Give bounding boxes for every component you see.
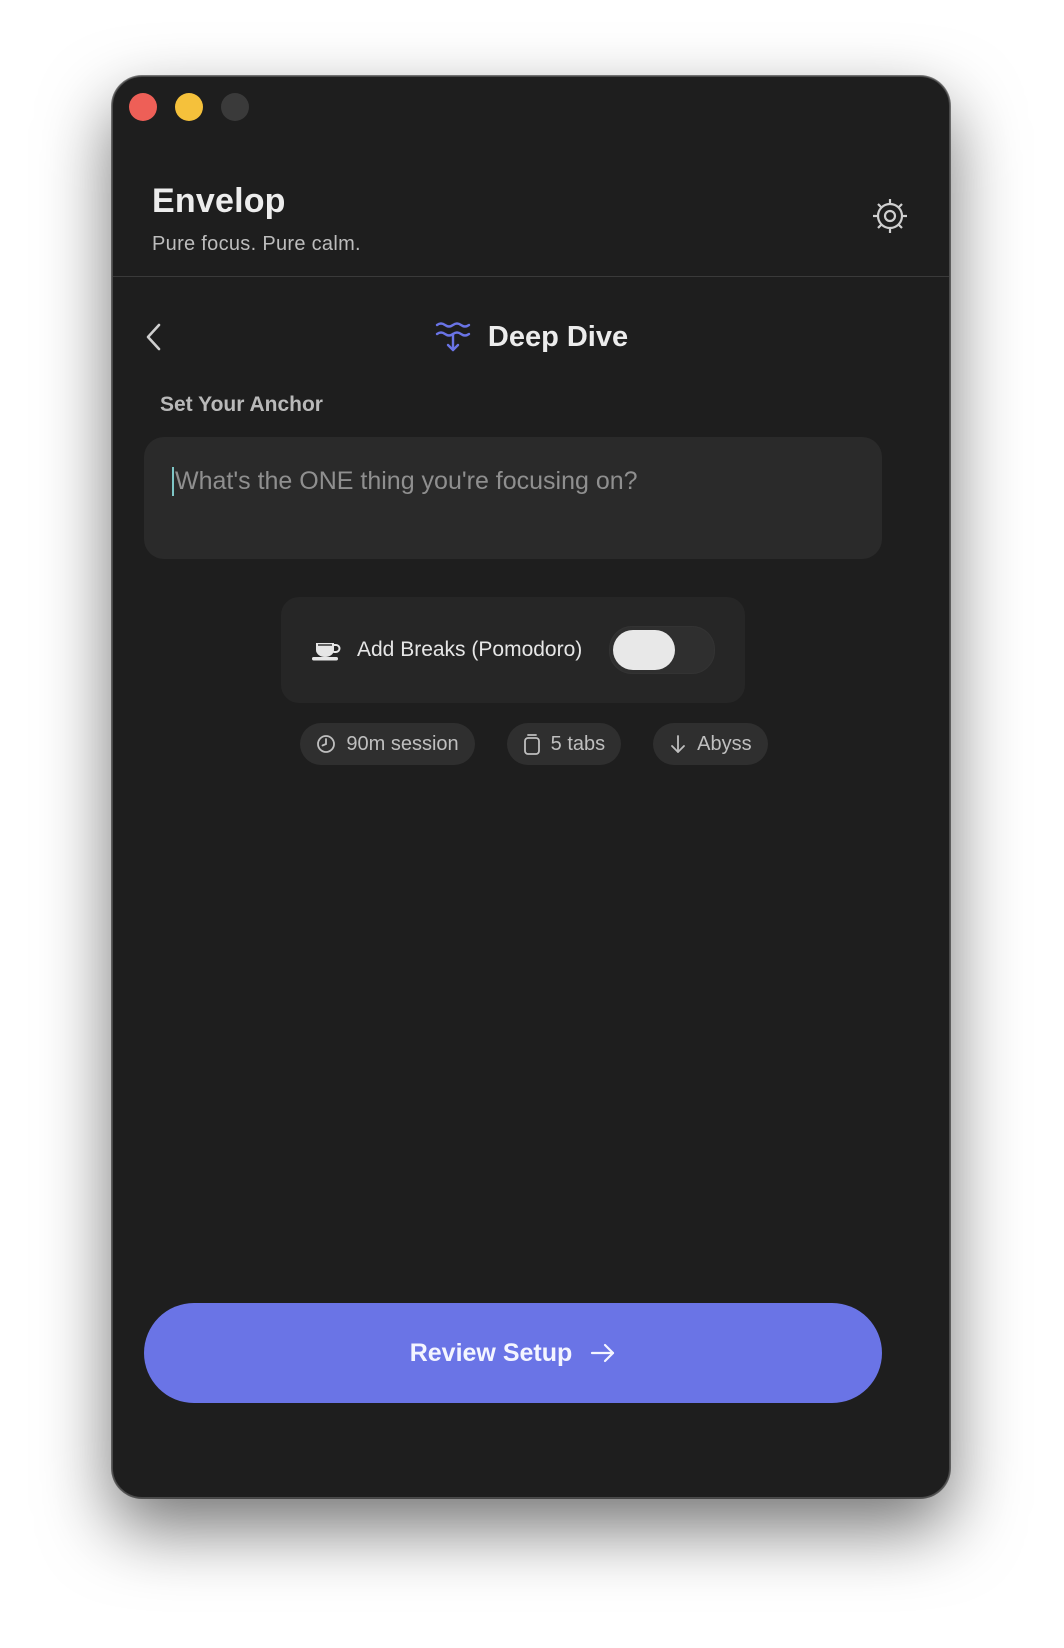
clock-icon [317,735,336,753]
arrow-down-icon [671,735,686,753]
app-title: Envelop [152,182,286,220]
anchor-input-box[interactable] [144,437,882,559]
breaks-card: Add Breaks (Pomodoro) [281,597,745,703]
anchor-input[interactable] [172,467,857,496]
app-header: Envelop Pure focus. Pure calm. [152,182,910,282]
toggle-knob [613,630,675,670]
minimize-window-button[interactable] [175,93,203,121]
chip-session-length: 90m session [300,723,475,765]
review-setup-label: Review Setup [409,1338,573,1367]
mode-heading: Deep Dive [113,307,949,367]
breaks-toggle[interactable] [609,626,715,674]
app-window: Envelop Pure focus. Pure calm. Deep Dive… [112,76,950,1498]
zoom-window-button[interactable] [221,93,249,121]
tabs-icon [523,734,540,755]
chip-label: 90m session [346,732,459,755]
close-window-button[interactable] [129,93,157,121]
window-controls [129,93,249,121]
waves-down-icon [435,322,471,352]
mode-title: Deep Dive [487,320,629,353]
chip-label: 5 tabs [550,732,606,755]
chip-tabs: 5 tabs [506,723,622,765]
arrow-right-icon [591,1343,615,1363]
chip-depth: Abyss [653,723,768,765]
chip-label: Abyss [697,732,752,755]
mode-nav: Deep Dive [113,307,949,367]
session-chips: 90m session 5 tabs Abyss [113,723,949,765]
app-subtitle: Pure focus. Pure calm. [152,233,361,255]
settings-button[interactable] [870,196,910,236]
header-divider [113,276,949,277]
breaks-label: Add Breaks (Pomodoro) [357,638,583,661]
gear-icon [873,199,907,233]
review-setup-button[interactable]: Review Setup [144,1303,882,1403]
coffee-cup-icon [312,643,341,661]
anchor-label: Set Your Anchor [160,393,323,416]
